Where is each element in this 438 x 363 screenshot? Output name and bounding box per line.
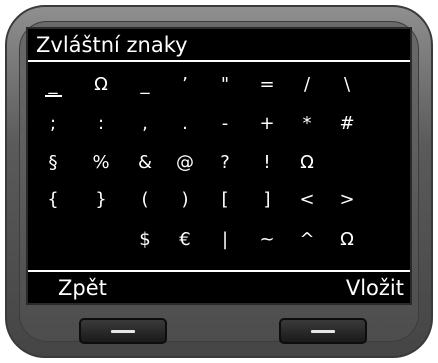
character-label: ~ xyxy=(259,229,275,250)
softkey-divider xyxy=(28,270,410,272)
character-key[interactable]: & xyxy=(128,146,162,180)
character-key[interactable]: ! xyxy=(250,146,284,180)
character-label: > xyxy=(339,189,355,210)
character-label: # xyxy=(339,113,355,134)
character-label: Ω xyxy=(94,74,108,95)
character-key[interactable]: _ xyxy=(128,68,162,102)
character-label: = xyxy=(259,74,275,95)
character-key[interactable]: $ xyxy=(128,223,162,257)
character-label: ) xyxy=(181,189,189,210)
character-key[interactable]: { xyxy=(36,183,70,217)
character-label: ] xyxy=(263,189,271,210)
character-label: . xyxy=(182,113,188,134)
character-label: * xyxy=(302,113,312,134)
character-key[interactable]: < xyxy=(290,183,324,217)
character-key-selected[interactable]: _ xyxy=(36,68,70,102)
character-key[interactable]: ( xyxy=(128,183,162,217)
screen-title: Zvláštní znaky xyxy=(36,33,188,57)
character-label: " xyxy=(220,74,230,95)
character-key[interactable]: : xyxy=(84,107,118,141)
character-key[interactable]: > xyxy=(330,183,364,217)
character-key[interactable] xyxy=(36,223,70,257)
character-key[interactable]: | xyxy=(208,223,242,257)
character-key[interactable]: \ xyxy=(330,68,364,102)
character-key[interactable] xyxy=(330,146,364,180)
softkey-insert[interactable]: Vložit xyxy=(346,274,404,302)
character-key[interactable]: = xyxy=(250,68,284,102)
character-label: ( xyxy=(141,189,149,210)
character-key[interactable]: ] xyxy=(250,183,284,217)
character-key[interactable]: ~ xyxy=(250,223,284,257)
character-label: ’ xyxy=(182,74,188,95)
character-label: , xyxy=(142,113,148,134)
character-label: : xyxy=(97,113,105,134)
character-key[interactable]: . xyxy=(168,107,202,141)
minus-icon xyxy=(311,330,335,333)
character-label: { xyxy=(47,189,59,210)
character-label: _ xyxy=(44,74,62,97)
character-key[interactable]: % xyxy=(84,146,118,180)
softkey-back[interactable]: Zpět xyxy=(58,274,107,302)
character-key[interactable]: € xyxy=(168,223,202,257)
character-key[interactable]: * xyxy=(290,107,324,141)
character-key[interactable]: @ xyxy=(168,146,202,180)
character-label: / xyxy=(303,74,311,95)
character-label: $ xyxy=(139,229,151,250)
left-softkey-button[interactable] xyxy=(79,318,167,344)
display-screen: Zvláštní znaky _ Ω _ ’ " = / \;:,. - + * # §% & @?! Ω {}… xyxy=(26,27,412,305)
character-key[interactable]: Ω xyxy=(330,223,364,257)
character-label: ; xyxy=(49,113,57,134)
character-key[interactable]: ? xyxy=(208,146,242,180)
character-key[interactable]: " xyxy=(208,68,242,102)
character-label: } xyxy=(95,189,107,210)
character-label: \ xyxy=(343,74,351,95)
character-label: < xyxy=(299,189,315,210)
character-label: - xyxy=(221,113,229,134)
character-label: [ xyxy=(221,189,229,210)
character-key[interactable]: - xyxy=(208,107,242,141)
character-key[interactable]: § xyxy=(36,146,70,180)
character-label: _ xyxy=(140,74,150,95)
character-label: & xyxy=(137,152,153,173)
character-key[interactable]: Ω xyxy=(84,68,118,102)
character-label: ! xyxy=(263,152,271,173)
character-label: ^ xyxy=(299,229,315,250)
character-key[interactable]: [ xyxy=(208,183,242,217)
character-label: Ω xyxy=(340,229,354,250)
character-key[interactable]: Ω xyxy=(290,146,324,180)
character-key[interactable]: / xyxy=(290,68,324,102)
character-key[interactable]: , xyxy=(128,107,162,141)
character-label: | xyxy=(221,229,229,250)
character-label: + xyxy=(259,113,275,134)
minus-icon xyxy=(111,330,135,333)
character-label: § xyxy=(48,152,58,173)
character-label: € xyxy=(179,229,191,250)
special-characters-grid: _ Ω _ ’ " = / \;:,. - + * # §% & @?! Ω {} () [] < > $ € | ~ ^ Ω xyxy=(28,62,410,262)
character-key[interactable]: ^ xyxy=(290,223,324,257)
character-label: % xyxy=(92,152,110,173)
character-key[interactable]: ) xyxy=(168,183,202,217)
character-key[interactable]: ’ xyxy=(168,68,202,102)
character-label: Ω xyxy=(300,152,314,173)
character-label: @ xyxy=(176,152,194,173)
character-label: ? xyxy=(220,152,230,173)
character-key[interactable]: } xyxy=(84,183,118,217)
character-key[interactable]: # xyxy=(330,107,364,141)
character-key[interactable] xyxy=(84,223,118,257)
character-key[interactable]: ; xyxy=(36,107,70,141)
right-softkey-button[interactable] xyxy=(279,318,367,344)
character-key[interactable]: + xyxy=(250,107,284,141)
